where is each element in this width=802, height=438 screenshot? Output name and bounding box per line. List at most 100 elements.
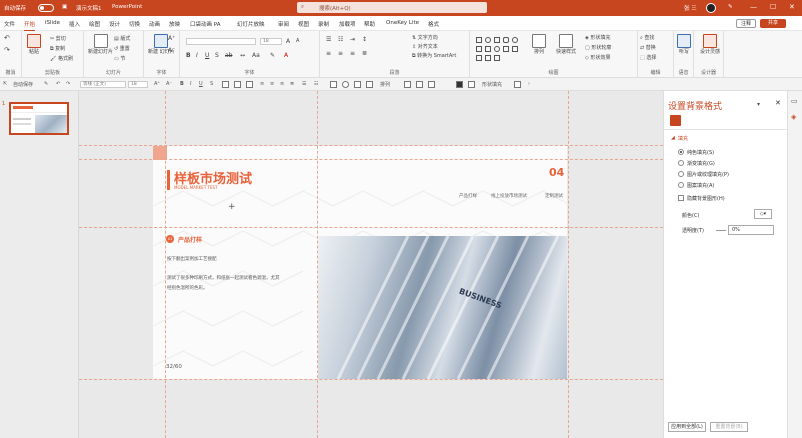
qat-underline-icon[interactable]: U bbox=[199, 81, 203, 87]
qat-fill-icon[interactable] bbox=[404, 81, 411, 88]
align-left-icon[interactable]: ≡ bbox=[326, 50, 331, 57]
qat-box-icon[interactable] bbox=[222, 81, 229, 88]
numbering-icon[interactable]: ☷ bbox=[338, 36, 343, 43]
pattern-fill-radio[interactable] bbox=[678, 182, 684, 188]
section-button[interactable]: ▭ 节 bbox=[114, 55, 125, 62]
rectangle-shape-icon[interactable] bbox=[476, 37, 482, 43]
shadow-button[interactable]: S bbox=[215, 52, 219, 59]
find-button[interactable]: ⌕ 查找 bbox=[640, 34, 654, 41]
align-text-button[interactable]: ⇳ 对齐文本 bbox=[412, 43, 438, 50]
comment-icon[interactable]: ▭ bbox=[791, 97, 798, 105]
shape-outline-button[interactable]: ▢ 形状轮廓 bbox=[585, 44, 611, 51]
tab-review[interactable]: 审阅 bbox=[278, 20, 289, 28]
qat-format-painter-icon[interactable]: ✎ bbox=[44, 81, 48, 87]
solid-fill-radio[interactable] bbox=[678, 149, 684, 155]
tab-help[interactable]: 帮助 bbox=[364, 20, 375, 28]
picture-fill-label[interactable]: 图片或纹理填充(P) bbox=[687, 171, 729, 178]
share-button[interactable]: 共享 bbox=[760, 19, 786, 28]
qat-justify-icon[interactable]: ≣ bbox=[290, 81, 294, 87]
qat-textbox-icon[interactable] bbox=[354, 81, 361, 88]
circle-shape-icon[interactable] bbox=[512, 37, 518, 43]
pane-close-icon[interactable]: ✕ bbox=[775, 99, 781, 107]
font-name-combo[interactable] bbox=[186, 38, 256, 45]
section-subtitle[interactable]: 按下翻出案例加工艺搜配 bbox=[167, 256, 217, 262]
text-direction-button[interactable]: ⇅ 文字方向 bbox=[412, 34, 438, 41]
qat-shape-fill-label[interactable]: 形状填充 bbox=[482, 81, 502, 88]
tab-insert[interactable]: 插入 bbox=[69, 20, 80, 28]
line-spacing-icon[interactable]: ↕ bbox=[362, 36, 367, 43]
section-title[interactable]: 产品打样 bbox=[178, 235, 202, 244]
bold-button[interactable]: B bbox=[186, 52, 191, 59]
tab-slideshow[interactable]: 幻灯片放映 bbox=[237, 20, 265, 28]
format-painter-button[interactable]: 🖌 格式刷 bbox=[50, 55, 73, 62]
indent-icon[interactable]: ⇥ bbox=[350, 36, 355, 43]
undo-icon[interactable]: ↶ bbox=[4, 34, 10, 42]
char-spacing-icon[interactable]: ↔ bbox=[240, 52, 245, 59]
oval-shape-icon[interactable] bbox=[485, 37, 491, 43]
hide-bg-label[interactable]: 隐藏背景图形(H) bbox=[687, 195, 725, 202]
qat-undo-icon[interactable]: ↶ bbox=[56, 81, 60, 87]
qat-arrange-label[interactable]: 排列 bbox=[380, 81, 390, 88]
fill-section-title[interactable]: 填充 bbox=[678, 135, 688, 142]
user-name[interactable]: 张 三 bbox=[684, 4, 697, 12]
tab-file[interactable]: 文件 bbox=[4, 20, 15, 28]
arrange-button[interactable]: 排列 bbox=[532, 34, 546, 55]
qat-outline-icon[interactable] bbox=[416, 81, 423, 88]
qat-shape-icon[interactable] bbox=[234, 81, 241, 88]
font-color-icon[interactable]: A bbox=[284, 52, 288, 59]
qat-italic-icon[interactable]: I bbox=[190, 81, 191, 87]
strikethrough-button[interactable]: ab bbox=[225, 52, 233, 59]
change-case-icon[interactable]: Aa bbox=[252, 52, 260, 59]
rounded-rect-shape-icon[interactable] bbox=[503, 37, 509, 43]
reset-button[interactable]: ↺ 重置 bbox=[114, 45, 130, 52]
tab-transitions[interactable]: 切换 bbox=[129, 20, 140, 28]
textbox-shape-icon[interactable] bbox=[494, 37, 500, 43]
qat-shrink-font-icon[interactable]: A⁻ bbox=[166, 81, 172, 87]
triangle-shape-icon[interactable] bbox=[503, 46, 509, 52]
ellipse-shape-icon[interactable] bbox=[494, 46, 500, 52]
tab-addins[interactable]: 加载项 bbox=[339, 20, 356, 28]
redo-icon[interactable]: ↷ bbox=[4, 46, 10, 54]
tab-home[interactable]: 开始 bbox=[24, 20, 36, 32]
design-ideas-button[interactable]: 设计灵感 bbox=[700, 34, 720, 55]
font-shrink-icon[interactable]: A⁻ bbox=[168, 47, 175, 54]
reset-background-button[interactable]: 重置背景(B) bbox=[710, 422, 748, 432]
font-grow-icon[interactable]: A⁺ bbox=[168, 35, 175, 42]
fill-bucket-icon[interactable] bbox=[670, 115, 681, 126]
qat-font-size[interactable]: 18 bbox=[128, 81, 148, 88]
fill-section-chevron-icon[interactable]: ◢ bbox=[671, 135, 675, 141]
highlight-icon[interactable]: ✎ bbox=[270, 52, 275, 59]
justify-icon[interactable]: ≣ bbox=[362, 50, 367, 57]
newspaper-photo[interactable]: BUSINESS bbox=[318, 236, 567, 379]
format-icon[interactable]: ◈ bbox=[791, 113, 796, 121]
slide-thumbnail[interactable] bbox=[9, 102, 69, 135]
tab-pocket-animation[interactable]: 口袋动画 PA bbox=[190, 20, 220, 28]
layout-button[interactable]: ▤ 版式 bbox=[114, 35, 130, 42]
transparency-input[interactable]: 0% bbox=[728, 225, 774, 235]
slide-nav-item[interactable]: 定制测试 bbox=[545, 193, 563, 199]
slide-nav-item[interactable]: 线上投放市场测试 bbox=[491, 193, 527, 199]
apply-to-all-button[interactable]: 应用到全部(L) bbox=[668, 422, 706, 432]
qat-shadow-icon[interactable]: S bbox=[210, 81, 213, 87]
tab-format[interactable]: 格式 bbox=[428, 20, 439, 28]
block-arrow-shape-icon[interactable] bbox=[494, 55, 500, 61]
avatar[interactable] bbox=[706, 3, 716, 13]
slide-subtitle[interactable]: MODEL MARKET TEST bbox=[174, 185, 218, 190]
new-slide-button[interactable]: 新建幻灯片 bbox=[88, 34, 113, 55]
cut-button[interactable]: ✂ 剪切 bbox=[50, 35, 66, 42]
qat-oval-icon[interactable] bbox=[342, 81, 349, 88]
qat-rect-icon[interactable] bbox=[330, 81, 337, 88]
bullets-icon[interactable]: ☰ bbox=[326, 36, 331, 43]
slide-nav-item[interactable]: 产品打样 bbox=[459, 193, 477, 199]
color-picker-button[interactable]: ◇▾ bbox=[754, 209, 772, 219]
tab-record[interactable]: 录制 bbox=[318, 20, 329, 28]
qat-overflow-icon[interactable]: › bbox=[528, 81, 530, 87]
qat-numbering-icon[interactable]: ☷ bbox=[314, 81, 318, 87]
font-size-combo[interactable]: 18 bbox=[260, 38, 282, 45]
picture-fill-radio[interactable] bbox=[678, 171, 684, 177]
autosave-toggle[interactable] bbox=[38, 4, 54, 12]
search-box[interactable]: ⌕ 搜索(Alt+Q) bbox=[297, 2, 487, 13]
transparency-slider[interactable] bbox=[716, 230, 726, 231]
solid-fill-label[interactable]: 纯色填充(S) bbox=[687, 149, 714, 156]
tab-islide[interactable]: iSlide bbox=[45, 20, 60, 26]
